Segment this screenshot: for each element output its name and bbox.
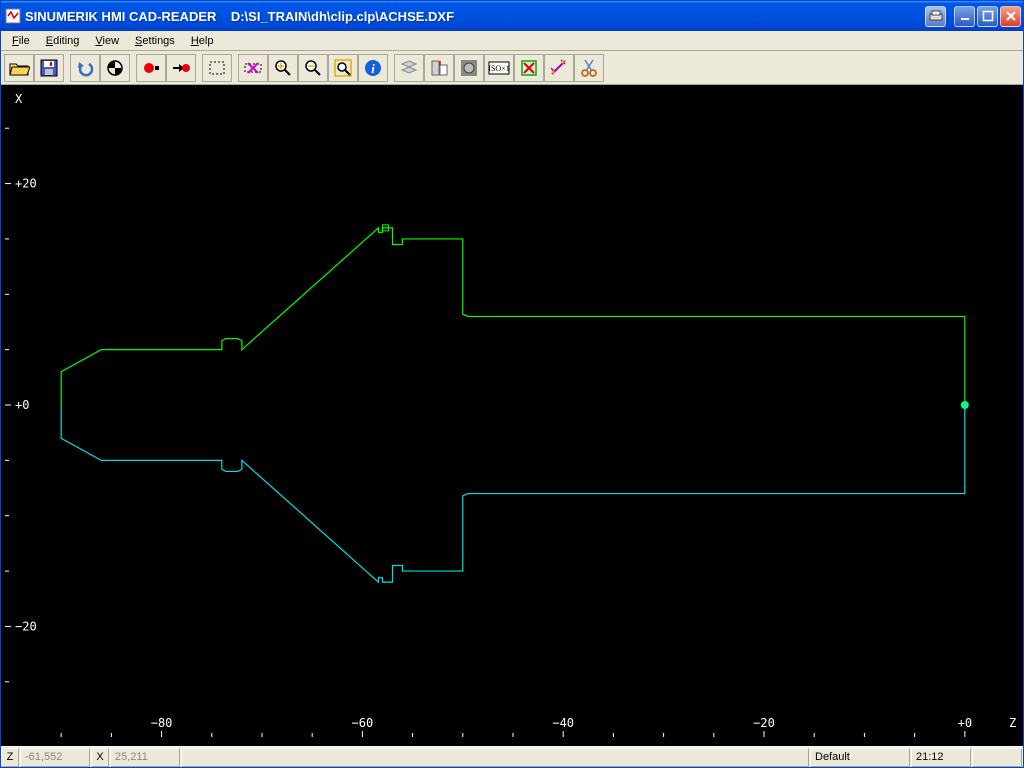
undo-icon[interactable] — [70, 54, 100, 82]
svg-text:ISO×1: ISO×1 — [488, 64, 509, 73]
svg-text:X: X — [15, 92, 23, 106]
svg-text:+20: +20 — [15, 177, 37, 191]
statusbar: Z -61,552 X 25,211 Default 21:12 — [1, 746, 1023, 767]
circle-select-icon[interactable] — [454, 54, 484, 82]
status-x-value: 25,211 — [110, 748, 180, 767]
status-extra — [972, 748, 1022, 767]
minimize-button[interactable] — [954, 6, 975, 27]
status-spacer — [181, 748, 809, 767]
goto-red-icon[interactable] — [166, 54, 196, 82]
cad-drawing: +20 +0 −20 X −80 −60 −40 −20 +0 Z — [1, 85, 1023, 745]
status-z-label: Z — [1, 748, 19, 767]
window-title: SINUMERIK HMI CAD-READER D:\SI_TRAIN\dh\… — [25, 9, 925, 24]
trim-x-icon[interactable] — [238, 54, 268, 82]
toolbar: i ISO×1 — [1, 51, 1023, 85]
delete-geom-icon[interactable] — [514, 54, 544, 82]
app-icon — [5, 8, 21, 24]
svg-text:Z: Z — [1009, 716, 1016, 730]
app-window: SINUMERIK HMI CAD-READER D:\SI_TRAIN\dh\… — [0, 0, 1024, 768]
status-x-label: X — [91, 748, 109, 767]
maximize-button[interactable] — [977, 6, 998, 27]
align-icon[interactable] — [424, 54, 454, 82]
menu-editing[interactable]: Editing — [39, 33, 87, 49]
svg-text:−20: −20 — [753, 716, 775, 730]
zoom-fit-icon[interactable] — [328, 54, 358, 82]
layers-icon[interactable] — [394, 54, 424, 82]
record-red-icon[interactable] — [136, 54, 166, 82]
menu-view[interactable]: View — [88, 33, 126, 49]
close-button[interactable] — [1000, 6, 1021, 27]
status-mode: Default — [810, 748, 910, 767]
open-icon[interactable] — [4, 54, 34, 82]
cut-icon[interactable] — [574, 54, 604, 82]
status-z-value: -61,552 — [20, 748, 90, 767]
zoom-in-icon[interactable] — [268, 54, 298, 82]
svg-text:−80: −80 — [151, 716, 173, 730]
print-button[interactable] — [925, 6, 946, 27]
menu-settings[interactable]: Settings — [128, 33, 182, 49]
menu-file[interactable]: File — [5, 33, 37, 49]
select-rect-icon[interactable] — [202, 54, 232, 82]
save-icon[interactable] — [34, 54, 64, 82]
svg-text:−20: −20 — [15, 619, 37, 633]
info-icon[interactable]: i — [358, 54, 388, 82]
center-target-icon[interactable] — [100, 54, 130, 82]
status-time: 21:12 — [911, 748, 971, 767]
svg-text:+0: +0 — [15, 398, 29, 412]
menubar: File Editing View Settings Help — [1, 31, 1023, 51]
svg-text:−40: −40 — [552, 716, 574, 730]
svg-text:+0: +0 — [958, 716, 972, 730]
titlebar[interactable]: SINUMERIK HMI CAD-READER D:\SI_TRAIN\dh\… — [1, 1, 1023, 31]
dimension-icon[interactable] — [544, 54, 574, 82]
svg-text:−60: −60 — [352, 716, 374, 730]
svg-text:i: i — [371, 61, 375, 76]
zoom-out-icon[interactable] — [298, 54, 328, 82]
cad-canvas[interactable]: +20 +0 −20 X −80 −60 −40 −20 +0 Z — [1, 85, 1023, 746]
menu-help[interactable]: Help — [184, 33, 221, 49]
iso-toggle-icon[interactable]: ISO×1 — [484, 54, 514, 82]
